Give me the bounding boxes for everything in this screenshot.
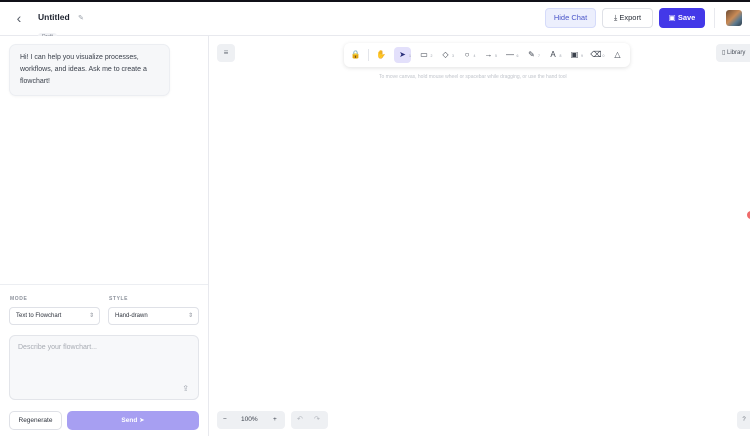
mode-select[interactable]: Text to Flowchart ⇕ xyxy=(9,307,100,325)
shortcut-key: 5 xyxy=(495,54,497,58)
upload-icon[interactable]: ⇪ xyxy=(182,384,189,393)
hand-icon[interactable]: ✋ xyxy=(373,47,390,63)
top-bar: ‹ Untitled ✎ Draft Hide Chat ⤓ Export ▣ … xyxy=(0,0,750,41)
line-icon[interactable]: —6 xyxy=(502,47,519,63)
edit-pencil-icon[interactable]: ✎ xyxy=(78,14,84,22)
ellipse-icon[interactable]: ○ 4 xyxy=(459,47,476,63)
diamond-icon[interactable]: ◇ 3 xyxy=(437,47,454,63)
mode-label: MODE xyxy=(10,296,28,302)
shortcut-key: 6 xyxy=(516,54,519,58)
back-arrow-icon[interactable]: ‹ xyxy=(12,10,26,26)
eraser-icon[interactable]: ⌫ 0 xyxy=(588,47,605,63)
document-title[interactable]: Untitled xyxy=(38,12,70,22)
book-icon: ▯ xyxy=(722,50,726,56)
drawing-toolbar: 🔒 ✋ ➤ 1 ▭ 2 ◇ 3 ○ 4 → 5—6 ✎ 7 A 8 ▣ 9 ⌫ 0 △ xyxy=(344,43,630,67)
undo-icon[interactable]: ↶ xyxy=(297,411,303,429)
send-button[interactable]: Send ➤ xyxy=(67,411,199,430)
export-label: Export xyxy=(619,13,642,22)
save-label: Save xyxy=(677,13,696,22)
chat-controls: MODE STYLE Text to Flowchart ⇕ Hand-draw… xyxy=(0,284,208,436)
save-button[interactable]: ▣ Save xyxy=(659,8,705,28)
avatar[interactable] xyxy=(726,10,742,26)
zoom-level[interactable]: 100% xyxy=(241,411,258,429)
style-value: Hand-drawn xyxy=(115,313,148,319)
shortcut-key: 8 xyxy=(559,54,562,58)
mode-value: Text to Flowchart xyxy=(16,313,62,319)
pencil-icon[interactable]: ✎ 7 xyxy=(523,47,540,63)
regenerate-button[interactable]: Regenerate xyxy=(9,411,62,430)
toolbar-separator xyxy=(368,49,369,61)
shortcut-key: 4 xyxy=(473,54,476,58)
text-icon[interactable]: A8 xyxy=(545,47,562,63)
style-select[interactable]: Hand-drawn ⇕ xyxy=(108,307,199,325)
canvas-hint: To move canvas, hold mouse wheel or spac… xyxy=(379,74,567,80)
chevron-updown-icon: ⇕ xyxy=(88,313,94,319)
redo-icon[interactable]: ↷ xyxy=(314,411,320,429)
export-button[interactable]: ⤓ Export xyxy=(602,8,653,28)
send-icon: ➤ xyxy=(139,417,145,424)
shortcut-key: 0 xyxy=(602,54,605,58)
drawing-canvas[interactable]: ≡ 🔒 ✋ ➤ 1 ▭ 2 ◇ 3 ○ 4 → 5—6 ✎ 7 A 8 ▣ 9 ⌫ 0 △ To move canvas… xyxy=(209,36,750,436)
divider xyxy=(714,8,715,28)
shortcut-key: 3 xyxy=(452,54,454,58)
history-controls: ↶ ↷ xyxy=(291,411,328,429)
pointer-icon[interactable]: ➤ 1 xyxy=(394,47,411,63)
style-label: STYLE xyxy=(109,296,129,302)
zoom-out-button[interactable]: − xyxy=(223,411,227,429)
library-button[interactable]: ▯ Library xyxy=(716,44,750,62)
shortcut-key: 9 xyxy=(581,54,583,58)
chat-sidebar: Hi! I can help you visualize processes, … xyxy=(0,36,209,436)
flowchart-prompt-input[interactable]: Describe your flowchart... ⇪ xyxy=(9,335,199,400)
zoom-in-button[interactable]: + xyxy=(273,411,277,429)
prompt-placeholder: Describe your flowchart... xyxy=(18,344,97,351)
hide-chat-button[interactable]: Hide Chat xyxy=(545,8,596,28)
send-label: Send xyxy=(121,417,138,424)
rectangle-icon[interactable]: ▭ 2 xyxy=(416,47,433,63)
shortcut-key: 7 xyxy=(538,54,540,58)
hamburger-menu-icon[interactable]: ≡ xyxy=(217,44,235,62)
zoom-controls: − 100% + xyxy=(217,411,285,429)
shortcut-key: 2 xyxy=(430,54,433,58)
download-icon: ⤓ xyxy=(613,13,618,22)
help-icon[interactable]: ? xyxy=(737,411,750,429)
lock-icon[interactable]: 🔒 xyxy=(347,47,364,63)
library-label: Library xyxy=(726,50,746,56)
arrow-icon[interactable]: → 5 xyxy=(480,47,498,63)
shapes-icon[interactable]: △ xyxy=(609,47,626,63)
assistant-message: Hi! I can help you visualize processes, … xyxy=(9,44,170,96)
save-disk-icon: ▣ xyxy=(668,13,676,22)
image-icon[interactable]: ▣ 9 xyxy=(566,47,583,63)
shortcut-key: 1 xyxy=(409,54,411,58)
chevron-updown-icon: ⇕ xyxy=(187,313,193,319)
